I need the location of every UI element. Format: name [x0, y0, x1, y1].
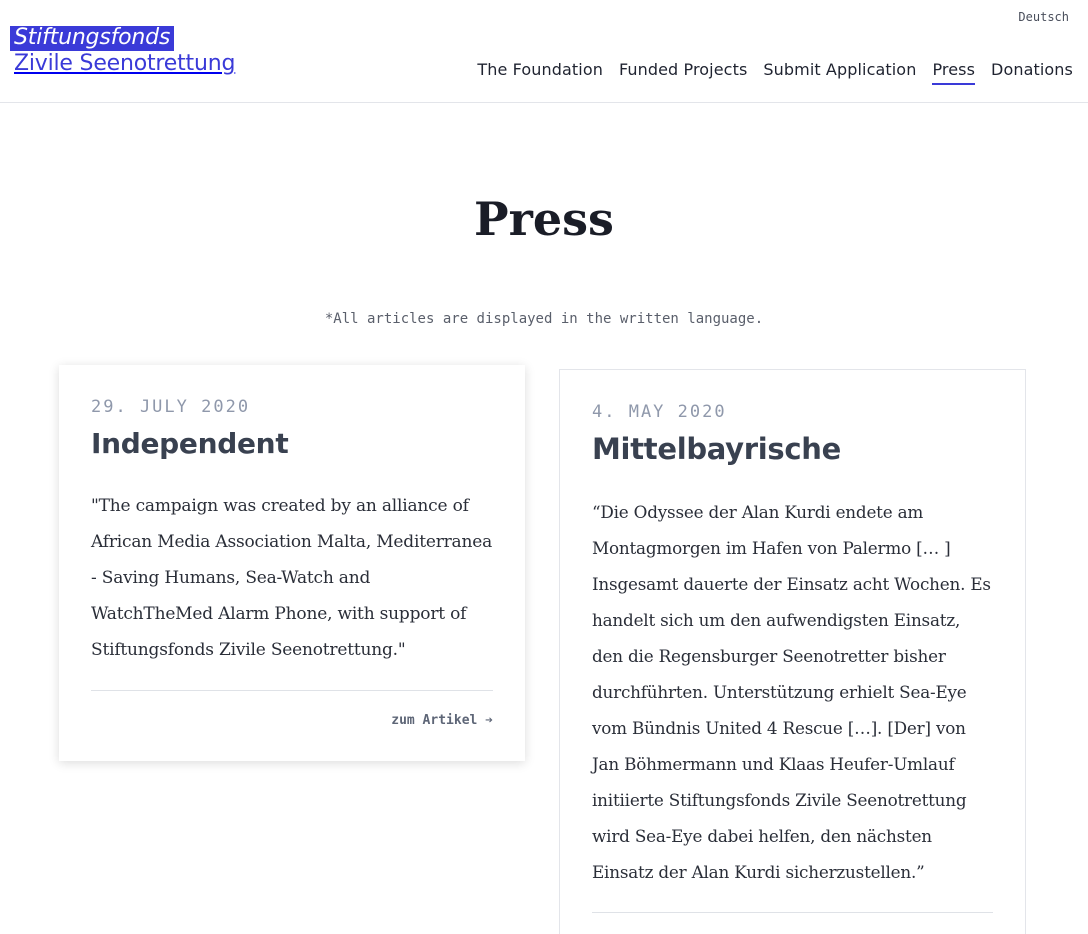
press-card-mittelbayrische: 4. MAY 2020 Mittelbayrische “Die Odyssee…: [559, 369, 1026, 934]
nav-item-submit-application[interactable]: Submit Application: [763, 60, 916, 85]
article-date: 29. JULY 2020: [91, 397, 251, 417]
article-source: Independent: [91, 427, 289, 460]
press-card-independent: 29. JULY 2020 Independent "The campaign …: [59, 365, 525, 761]
site-header: Stiftungsfonds Zivile Seenotrettung Deut…: [0, 0, 1088, 103]
logo-line-2: Zivile Seenotrettung: [14, 51, 236, 76]
page-title: Press: [474, 192, 614, 246]
language-switch-link[interactable]: Deutsch: [1018, 10, 1069, 24]
nav-item-press[interactable]: Press: [932, 60, 976, 85]
main-nav: The Foundation Funded Projects Submit Ap…: [477, 60, 1073, 85]
nav-item-the-foundation[interactable]: The Foundation: [477, 60, 603, 85]
card-divider: [592, 912, 993, 913]
article-link[interactable]: zum Artikel ➔: [91, 713, 493, 728]
language-note: *All articles are displayed in the writt…: [324, 311, 764, 327]
article-source: Mittelbayrische: [592, 432, 841, 466]
site-logo[interactable]: Stiftungsfonds Zivile Seenotrettung: [10, 26, 235, 75]
card-divider: [91, 690, 493, 691]
article-date: 4. MAY 2020: [592, 402, 727, 422]
nav-item-donations[interactable]: Donations: [991, 60, 1073, 85]
nav-item-funded-projects[interactable]: Funded Projects: [619, 60, 747, 85]
logo-line-1: Stiftungsfonds: [10, 26, 175, 51]
article-quote: "The campaign was created by an alliance…: [91, 496, 493, 660]
article-quote: “Die Odyssee der Alan Kurdi endete am Mo…: [592, 502, 991, 882]
